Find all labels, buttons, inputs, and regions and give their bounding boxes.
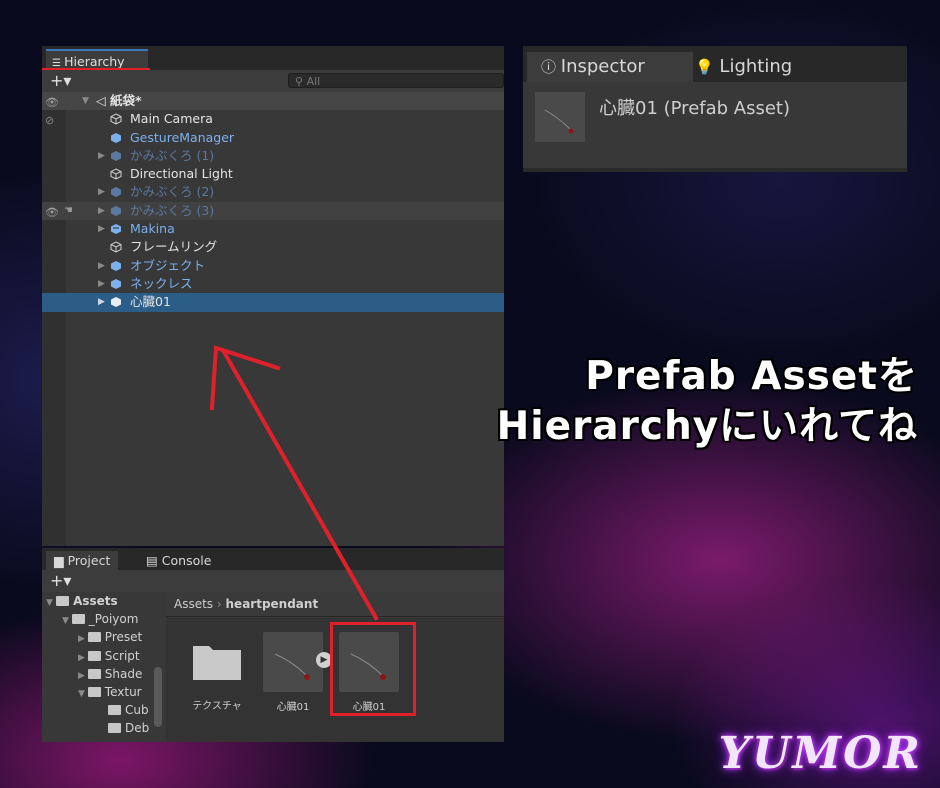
inspector-panel: ⓘ Inspector 💡 Lighting 心臓01 (Prefab Asse… [523, 46, 907, 172]
brand-logo: YUMOR [718, 728, 922, 779]
prefab-preview [535, 92, 585, 142]
arrow-head [209, 345, 281, 411]
instruction-headline: Prefab Assetを Hierarchyにいれてね [496, 354, 918, 449]
tab-lighting[interactable]: 💡 Lighting [681, 52, 792, 82]
lightbulb-icon: 💡 [695, 58, 714, 76]
tab-inspector[interactable]: ⓘ Inspector [527, 52, 693, 82]
arrow-shaft [221, 349, 379, 621]
divider [523, 168, 907, 172]
inspector-title: 心臓01 (Prefab Asset) [599, 98, 791, 119]
heart-pendant-icon [544, 109, 574, 134]
info-icon: ⓘ [541, 58, 561, 76]
inspector-tabbar: ⓘ Inspector 💡 Lighting [523, 46, 907, 82]
